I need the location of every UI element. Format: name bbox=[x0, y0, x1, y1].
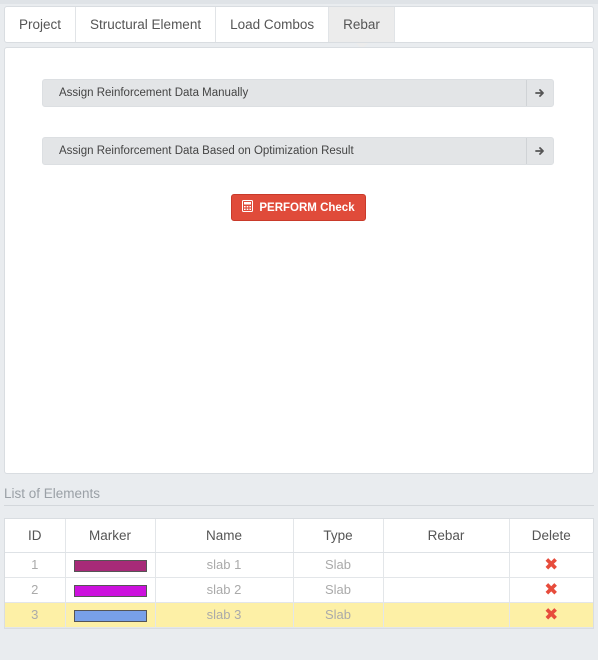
column-header-id: ID bbox=[5, 519, 66, 553]
elements-table: ID Marker Name Type Rebar Delete 1 slab … bbox=[4, 518, 594, 629]
tab-structural-element[interactable]: Structural Element bbox=[76, 7, 217, 42]
row-id: 3 bbox=[5, 602, 66, 628]
tab-bar: Project Structural Element Load Combos R… bbox=[4, 6, 594, 49]
table-row[interactable]: 1 slab 1 Slab ✖ bbox=[5, 552, 593, 578]
row-rebar bbox=[383, 602, 510, 628]
perform-check-button[interactable]: PERFORM Check bbox=[231, 194, 366, 221]
tab-load-combos[interactable]: Load Combos bbox=[216, 7, 330, 42]
marker-swatch bbox=[73, 559, 147, 572]
column-header-type: Type bbox=[293, 519, 384, 553]
arrow-right-icon[interactable] bbox=[526, 138, 553, 164]
delete-x-icon[interactable]: ✖ bbox=[544, 605, 558, 624]
rebar-panel: Assign Reinforcement Data Manually Assig… bbox=[4, 47, 594, 474]
delete-x-icon[interactable]: ✖ bbox=[544, 555, 558, 574]
calculator-icon bbox=[242, 200, 254, 215]
tab-label: Load Combos bbox=[230, 17, 315, 32]
row-type: Slab bbox=[293, 577, 384, 603]
row-id: 1 bbox=[5, 552, 66, 578]
marker-swatch bbox=[73, 584, 147, 597]
row-rebar bbox=[383, 577, 510, 603]
row-marker bbox=[65, 552, 156, 578]
assign-optimization-button[interactable]: Assign Reinforcement Data Based on Optim… bbox=[42, 137, 554, 165]
table-row[interactable]: 3 slab 3 Slab ✖ bbox=[5, 602, 593, 628]
table-header-row: ID Marker Name Type Rebar Delete bbox=[5, 519, 593, 553]
row-name: slab 1 bbox=[155, 552, 294, 578]
assign-manual-button[interactable]: Assign Reinforcement Data Manually bbox=[42, 79, 554, 107]
column-header-delete: Delete bbox=[509, 519, 593, 553]
top-edge bbox=[0, 0, 598, 4]
tab-project[interactable]: Project bbox=[5, 7, 77, 42]
row-name: slab 3 bbox=[155, 602, 294, 628]
tab-label: Project bbox=[19, 17, 62, 32]
assign-manual-label: Assign Reinforcement Data Manually bbox=[59, 87, 249, 99]
row-name: slab 2 bbox=[155, 577, 294, 603]
row-type: Slab bbox=[293, 602, 384, 628]
column-header-marker: Marker bbox=[65, 519, 156, 553]
delete-x-icon[interactable]: ✖ bbox=[544, 580, 558, 599]
row-delete: ✖ bbox=[509, 552, 593, 578]
row-delete: ✖ bbox=[509, 602, 593, 628]
column-header-name: Name bbox=[155, 519, 294, 553]
arrow-right-icon[interactable] bbox=[526, 80, 553, 106]
assign-optimization-label: Assign Reinforcement Data Based on Optim… bbox=[59, 145, 354, 157]
row-delete: ✖ bbox=[509, 577, 593, 603]
perform-check-label: PERFORM Check bbox=[259, 201, 355, 214]
row-id: 2 bbox=[5, 577, 66, 603]
row-marker bbox=[65, 602, 156, 628]
tab-label: Rebar bbox=[343, 17, 380, 32]
row-type: Slab bbox=[293, 552, 384, 578]
tab-rebar[interactable]: Rebar bbox=[329, 7, 395, 49]
tab-label: Structural Element bbox=[90, 17, 202, 32]
list-of-elements-heading: List of Elements bbox=[4, 486, 594, 506]
row-rebar bbox=[383, 552, 510, 578]
marker-swatch bbox=[73, 609, 147, 622]
table-row[interactable]: 2 slab 2 Slab ✖ bbox=[5, 577, 593, 603]
row-marker bbox=[65, 577, 156, 603]
column-header-rebar: Rebar bbox=[383, 519, 510, 553]
